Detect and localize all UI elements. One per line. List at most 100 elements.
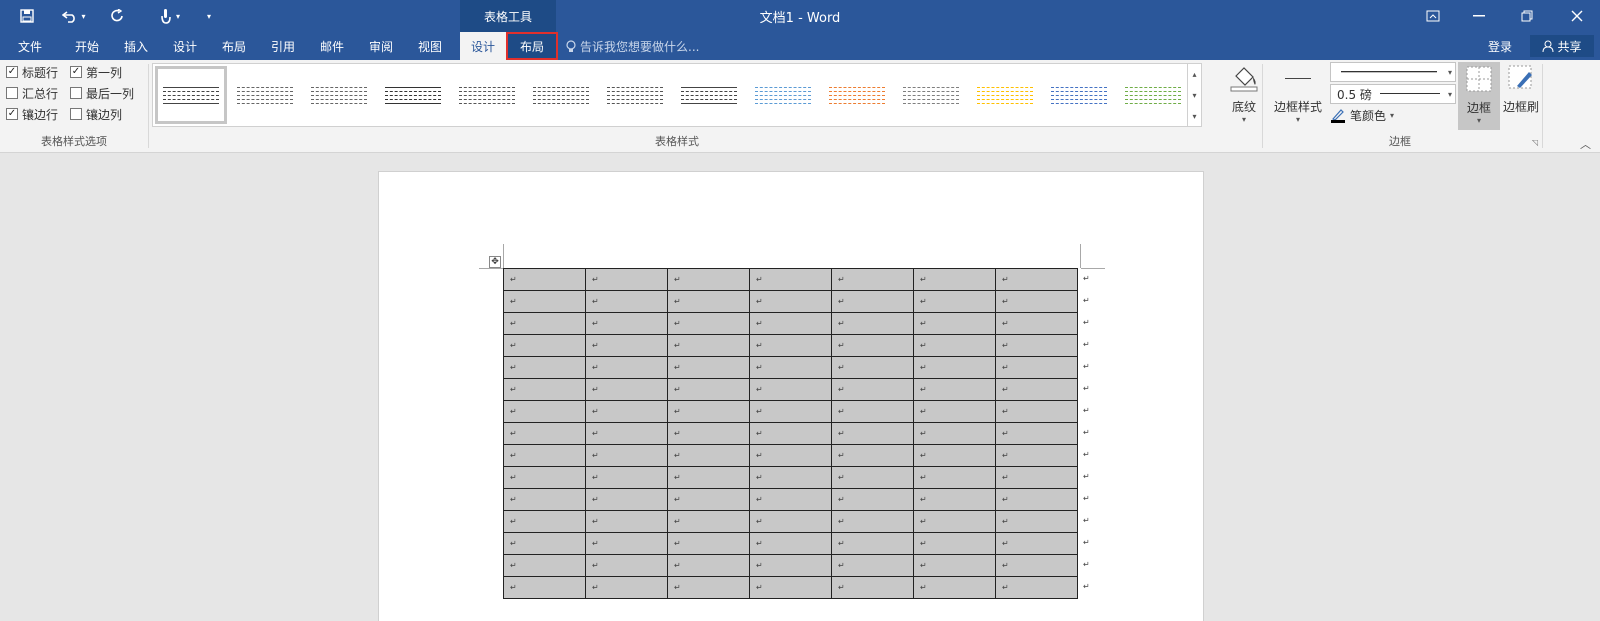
table-cell[interactable]: ↵	[667, 312, 750, 335]
table-cell[interactable]: ↵	[913, 356, 996, 379]
gallery-more-icon[interactable]: ▾	[1187, 106, 1201, 127]
tab-mailings[interactable]: 邮件	[309, 32, 355, 60]
table-cell[interactable]: ↵	[913, 312, 996, 335]
table-cell[interactable]: ↵	[831, 422, 914, 445]
table-cell[interactable]: ↵	[995, 312, 1078, 335]
customize-qat-icon[interactable]: ▾	[202, 4, 216, 28]
table-cell[interactable]: ↵	[995, 378, 1078, 401]
table-cell[interactable]: ↵	[995, 290, 1078, 313]
line-weight-dropdown[interactable]: 0.5 磅 ▾	[1330, 84, 1456, 104]
border-painter-button[interactable]: 边框刷	[1500, 64, 1542, 115]
table-cell[interactable]: ↵	[585, 510, 668, 533]
table-cell[interactable]: ↵	[831, 334, 914, 357]
table-cell[interactable]: ↵	[503, 290, 586, 313]
save-icon[interactable]	[14, 4, 40, 28]
document-page[interactable]: ✥ ↵ ↵ ↵ ↵ ↵ ↵ ↵ ↵ ↵ ↵ ↵ ↵ ↵ ↵ ↵ ↵ ↵ ↵ ↵ ↵ ↵ ↵ ↵ ↵ ↵ ↵ ↵ ↵ ↵ ↵ ↵ ↵ ↵ ↵ ↵ ↵ ↵ ↵…	[378, 171, 1204, 621]
table-cell[interactable]: ↵	[667, 334, 750, 357]
table-style-thumbnail[interactable]	[1119, 68, 1187, 122]
table-cell[interactable]: ↵	[667, 378, 750, 401]
shading-button[interactable]: 底纹 ▾	[1222, 64, 1266, 124]
table-cell[interactable]: ↵	[749, 356, 832, 379]
table-cell[interactable]: ↵	[749, 422, 832, 445]
table-cell[interactable]: ↵	[503, 510, 586, 533]
table-cell[interactable]: ↵	[913, 400, 996, 423]
tell-me-search[interactable]: 告诉我您想要做什么...	[566, 32, 699, 60]
undo-icon[interactable]: ▾	[56, 4, 92, 28]
borders-button[interactable]: 边框 ▾	[1458, 62, 1500, 130]
table-cell[interactable]: ↵	[585, 356, 668, 379]
redo-icon[interactable]	[106, 4, 130, 28]
table-cell[interactable]: ↵	[913, 532, 996, 555]
table-cell[interactable]: ↵	[913, 422, 996, 445]
option-header-row[interactable]: ✓ 标题行	[6, 62, 58, 82]
collapse-ribbon-icon[interactable]: ︿	[1580, 136, 1591, 152]
table-cell[interactable]: ↵	[585, 290, 668, 313]
table-cell[interactable]: ↵	[913, 334, 996, 357]
table-cell[interactable]: ↵	[585, 422, 668, 445]
table-cell[interactable]: ↵	[585, 444, 668, 467]
document-table[interactable]: ↵ ↵ ↵ ↵ ↵ ↵ ↵ ↵ ↵ ↵ ↵ ↵ ↵ ↵ ↵ ↵ ↵ ↵ ↵ ↵ ↵ ↵ ↵ ↵ ↵ ↵ ↵ ↵ ↵ ↵ ↵ ↵ ↵ ↵ ↵ ↵ ↵ ↵ ↵ ↵…	[503, 268, 1078, 599]
table-cell[interactable]: ↵	[503, 554, 586, 577]
restore-icon[interactable]	[1504, 0, 1550, 32]
table-cell[interactable]: ↵	[503, 312, 586, 335]
tab-insert[interactable]: 插入	[113, 32, 159, 60]
table-cell[interactable]: ↵	[667, 400, 750, 423]
table-cell[interactable]: ↵	[503, 268, 586, 291]
table-cell[interactable]: ↵	[503, 466, 586, 489]
ribbon-display-options-icon[interactable]	[1410, 0, 1456, 32]
borders-dialog-launcher-icon[interactable]: ◹	[1532, 138, 1538, 147]
table-style-thumbnail[interactable]	[1045, 68, 1113, 122]
table-cell[interactable]: ↵	[667, 444, 750, 467]
table-cell[interactable]: ↵	[585, 576, 668, 599]
table-cell[interactable]: ↵	[831, 400, 914, 423]
table-cell[interactable]: ↵	[667, 488, 750, 511]
table-cell[interactable]: ↵	[667, 422, 750, 445]
border-styles-button[interactable]: 边框样式 ▾	[1266, 64, 1330, 124]
gallery-scroll-down-icon[interactable]: ▾	[1187, 85, 1201, 106]
checkbox-banded-rows[interactable]: ✓	[6, 108, 18, 120]
table-style-thumbnail[interactable]	[379, 68, 447, 122]
option-first-column[interactable]: ✓ 第一列	[70, 62, 122, 82]
table-cell[interactable]: ↵	[995, 576, 1078, 599]
table-cell[interactable]: ↵	[749, 488, 832, 511]
table-cell[interactable]: ↵	[749, 444, 832, 467]
table-cell[interactable]: ↵	[749, 510, 832, 533]
table-style-thumbnail[interactable]	[749, 68, 817, 122]
table-cell[interactable]: ↵	[749, 268, 832, 291]
table-cell[interactable]: ↵	[585, 532, 668, 555]
table-cell[interactable]: ↵	[667, 554, 750, 577]
table-cell[interactable]: ↵	[831, 268, 914, 291]
table-style-thumbnail[interactable]	[231, 68, 299, 122]
tab-view[interactable]: 视图	[407, 32, 453, 60]
table-cell[interactable]: ↵	[831, 444, 914, 467]
option-banded-columns[interactable]: 镶边列	[70, 104, 122, 124]
table-cell[interactable]: ↵	[667, 268, 750, 291]
checkbox-banded-columns[interactable]	[70, 108, 82, 120]
table-move-handle-icon[interactable]: ✥	[489, 256, 501, 268]
table-cell[interactable]: ↵	[995, 422, 1078, 445]
table-style-thumbnail[interactable]	[305, 68, 373, 122]
table-style-thumbnail[interactable]	[897, 68, 965, 122]
line-style-dropdown[interactable]: ▾	[1330, 62, 1456, 82]
table-cell[interactable]: ↵	[831, 312, 914, 335]
table-cell[interactable]: ↵	[667, 576, 750, 599]
option-banded-rows[interactable]: ✓ 镶边行	[6, 104, 58, 124]
table-cell[interactable]: ↵	[503, 532, 586, 555]
tab-file[interactable]: 文件	[8, 32, 52, 60]
table-cell[interactable]: ↵	[913, 290, 996, 313]
table-style-thumbnail[interactable]	[823, 68, 891, 122]
checkbox-total-row[interactable]	[6, 87, 18, 99]
checkbox-header-row[interactable]: ✓	[6, 66, 18, 78]
table-cell[interactable]: ↵	[831, 554, 914, 577]
table-cell[interactable]: ↵	[913, 444, 996, 467]
table-cell[interactable]: ↵	[585, 334, 668, 357]
table-style-thumbnail[interactable]	[971, 68, 1039, 122]
table-cell[interactable]: ↵	[749, 312, 832, 335]
checkbox-first-column[interactable]: ✓	[70, 66, 82, 78]
table-cell[interactable]: ↵	[913, 378, 996, 401]
table-style-thumbnail[interactable]	[155, 66, 227, 124]
table-cell[interactable]: ↵	[503, 356, 586, 379]
table-cell[interactable]: ↵	[585, 554, 668, 577]
table-cell[interactable]: ↵	[995, 488, 1078, 511]
table-cell[interactable]: ↵	[995, 400, 1078, 423]
